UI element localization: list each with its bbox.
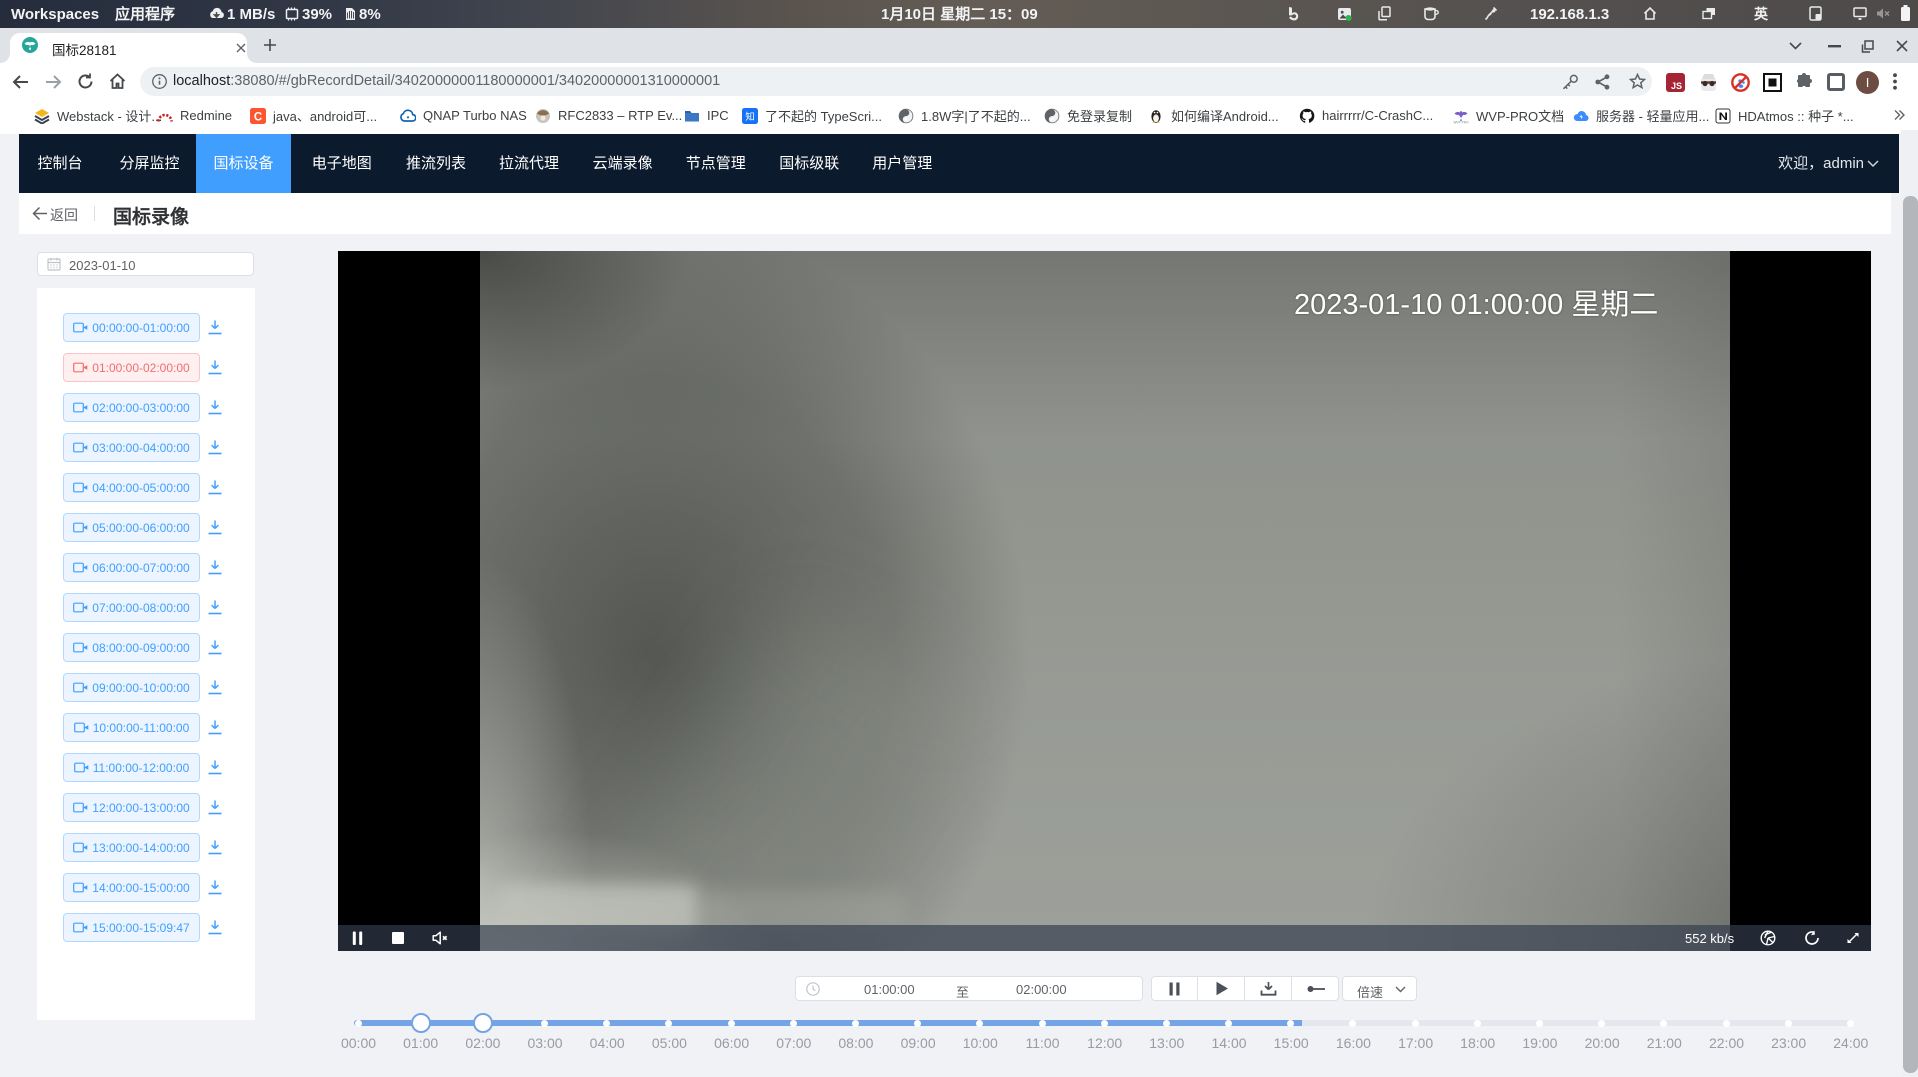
svg-text:知: 知 (745, 111, 755, 123)
svg-text:WVP PRO: WVP PRO (1454, 120, 1470, 124)
svg-text:C: C (254, 111, 262, 123)
svg-text:JS: JS (1671, 81, 1682, 91)
